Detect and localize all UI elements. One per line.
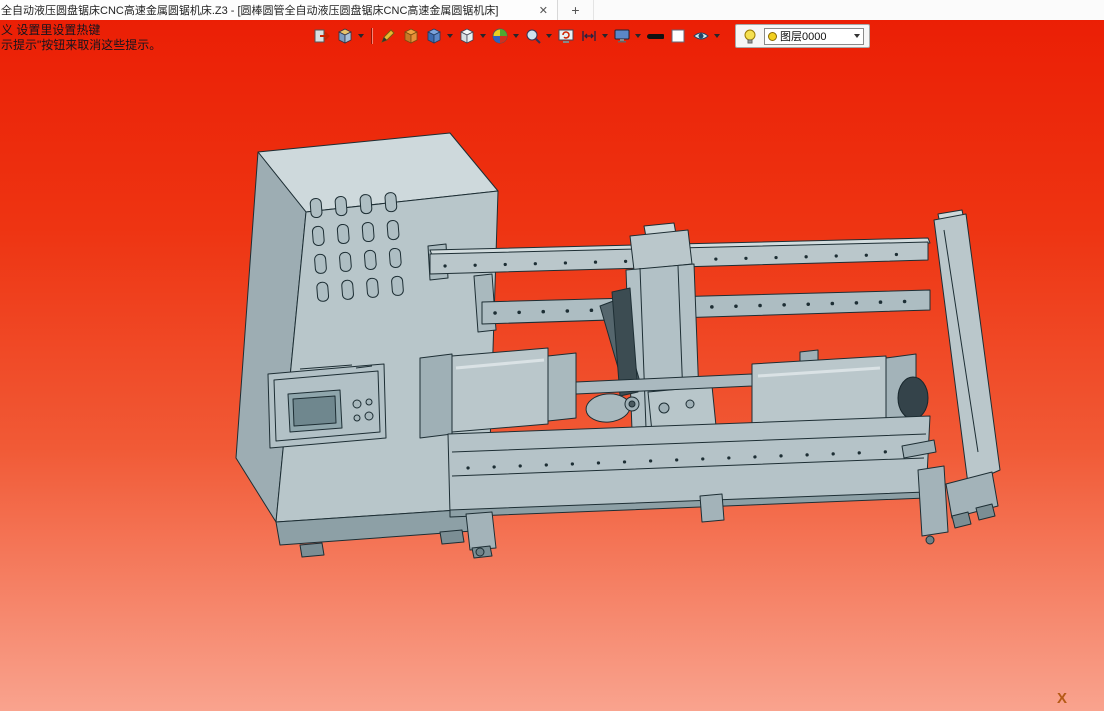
app-window: 全自动液压圆盘锯床CNC高速金属圆锯机床.Z3 - [圆棒圆管全自动液压圆盘锯床… [0, 0, 1104, 711]
machine-model[interactable] [0, 20, 1104, 711]
shaded-cube-icon[interactable] [402, 27, 420, 45]
monitor-icon[interactable] [613, 27, 631, 45]
color-wheel-dropdown[interactable] [513, 34, 519, 38]
white-cube-dropdown[interactable] [480, 34, 486, 38]
view-cube-dropdown[interactable] [358, 34, 364, 38]
axis-x-label: X [1057, 690, 1068, 707]
zoom-dropdown[interactable] [546, 34, 552, 38]
blue-cube-icon[interactable] [425, 27, 443, 45]
white-cube-icon[interactable] [458, 27, 476, 45]
line-width-icon[interactable] [646, 27, 664, 45]
view-toolbar: 图层0000 [313, 24, 870, 48]
zoom-icon[interactable] [524, 27, 542, 45]
tab-bar: 全自动液压圆盘锯床CNC高速金属圆锯机床.Z3 - [圆棒圆管全自动液压圆盘锯床… [0, 0, 1104, 20]
view-cube-icon[interactable] [336, 27, 354, 45]
lightbulb-icon[interactable] [741, 27, 759, 45]
blue-cube-dropdown[interactable] [447, 34, 453, 38]
document-tab-title: 全自动液压圆盘锯床CNC高速金属圆锯机床.Z3 - [圆棒圆管全自动液压圆盘锯床… [1, 5, 499, 17]
machine-bed[interactable] [447, 415, 949, 559]
layer-select-dropdown-icon [854, 34, 860, 38]
layer-color-icon [768, 31, 777, 41]
exit-icon[interactable] [313, 27, 331, 45]
layer-select[interactable]: 图层0000 [764, 27, 864, 45]
color-wheel-icon[interactable] [491, 27, 509, 45]
toolbar-separator [371, 28, 372, 44]
control-panel [267, 363, 387, 449]
new-tab-button[interactable]: + [558, 0, 594, 20]
hint-text: 义 设置里设置热键 示提示"按钮来取消这些提示。 [1, 23, 161, 53]
document-tab[interactable]: 全自动液压圆盘锯床CNC高速金属圆锯机床.Z3 - [圆棒圆管全自动液压圆盘锯床… [0, 0, 558, 20]
eye-icon[interactable] [692, 27, 710, 45]
hint-line-1: 义 设置里设置热键 [1, 23, 101, 37]
hint-line-2: 示提示"按钮来取消这些提示。 [1, 38, 162, 52]
fit-window-dropdown[interactable] [602, 34, 608, 38]
fit-window-icon[interactable] [580, 27, 598, 45]
pencil-icon[interactable] [379, 27, 397, 45]
layer-group: 图层0000 [735, 24, 870, 48]
monitor-dropdown[interactable] [635, 34, 641, 38]
eye-dropdown[interactable] [714, 34, 720, 38]
screen-refresh-icon[interactable] [557, 27, 575, 45]
cad-viewport[interactable]: 义 设置里设置热键 示提示"按钮来取消这些提示。 图层0000 X [0, 20, 1104, 711]
background-color-icon[interactable] [669, 27, 687, 45]
tab-close-icon[interactable]: ✕ [534, 4, 553, 17]
layer-select-value: 图层0000 [780, 31, 827, 43]
